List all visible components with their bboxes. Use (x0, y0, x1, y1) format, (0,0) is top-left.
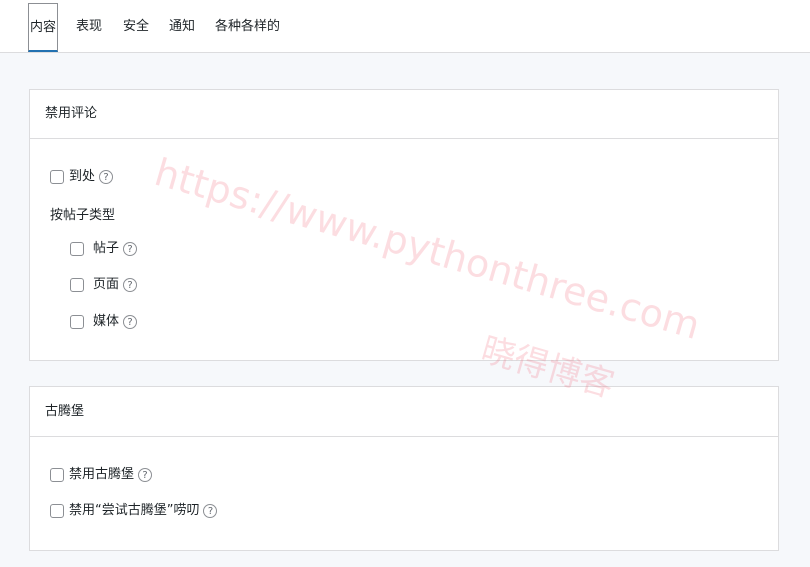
everywhere-option: 到处 ? (50, 167, 114, 187)
help-circle-icon[interactable]: ? (123, 242, 138, 256)
disable-comments-panel-title: 禁用评论 (30, 90, 778, 139)
post-type-option-pages: 页面 ? (70, 275, 138, 295)
media-label: 媒体 (93, 314, 120, 329)
tab-appearance[interactable]: 表现 (76, 3, 102, 52)
everywhere-label: 到处 (69, 169, 96, 184)
pages-checkbox[interactable] (70, 278, 84, 292)
disable-gutenberg-checkbox[interactable] (50, 468, 64, 482)
help-circle-icon[interactable]: ? (123, 315, 138, 329)
disable-try-gutenberg-checkbox[interactable] (50, 504, 64, 518)
disable-try-gutenberg-option: 禁用“尝试古腾堡”唠叨 ? (50, 501, 218, 521)
pages-label: 页面 (93, 277, 120, 292)
help-circle-icon[interactable]: ? (138, 468, 153, 482)
disable-gutenberg-option: 禁用古腾堡 ? (50, 465, 153, 485)
tab-miscellaneous[interactable]: 各种各样的 (215, 3, 280, 52)
post-type-option-posts: 帖子 ? (70, 239, 138, 259)
gutenberg-panel: 古腾堡 禁用古腾堡 ? 禁用“尝试古腾堡”唠叨 ? (29, 386, 779, 551)
tab-notifications[interactable]: 通知 (169, 3, 195, 52)
disable-comments-panel: 禁用评论 到处 ? 按帖子类型 帖子 ? 页面 ? 媒体 ? (29, 89, 779, 361)
posts-checkbox[interactable] (70, 242, 84, 256)
gutenberg-panel-title: 古腾堡 (30, 387, 778, 437)
tab-security[interactable]: 安全 (123, 3, 149, 52)
help-circle-icon[interactable]: ? (123, 278, 138, 292)
help-circle-icon[interactable]: ? (99, 170, 114, 184)
disable-try-gutenberg-label: 禁用“尝试古腾堡”唠叨 (69, 503, 200, 518)
help-circle-icon[interactable]: ? (203, 504, 218, 518)
posts-label: 帖子 (93, 241, 120, 256)
media-checkbox[interactable] (70, 315, 84, 329)
everywhere-checkbox[interactable] (50, 170, 64, 184)
disable-gutenberg-label: 禁用古腾堡 (69, 467, 135, 482)
tab-content[interactable]: 内容 (28, 3, 59, 52)
by-post-type-title: 按帖子类型 (50, 208, 116, 223)
post-type-option-media: 媒体 ? (70, 312, 138, 332)
settings-tab-bar: 内容 表现 安全 通知 各种各样的 (0, 0, 810, 53)
